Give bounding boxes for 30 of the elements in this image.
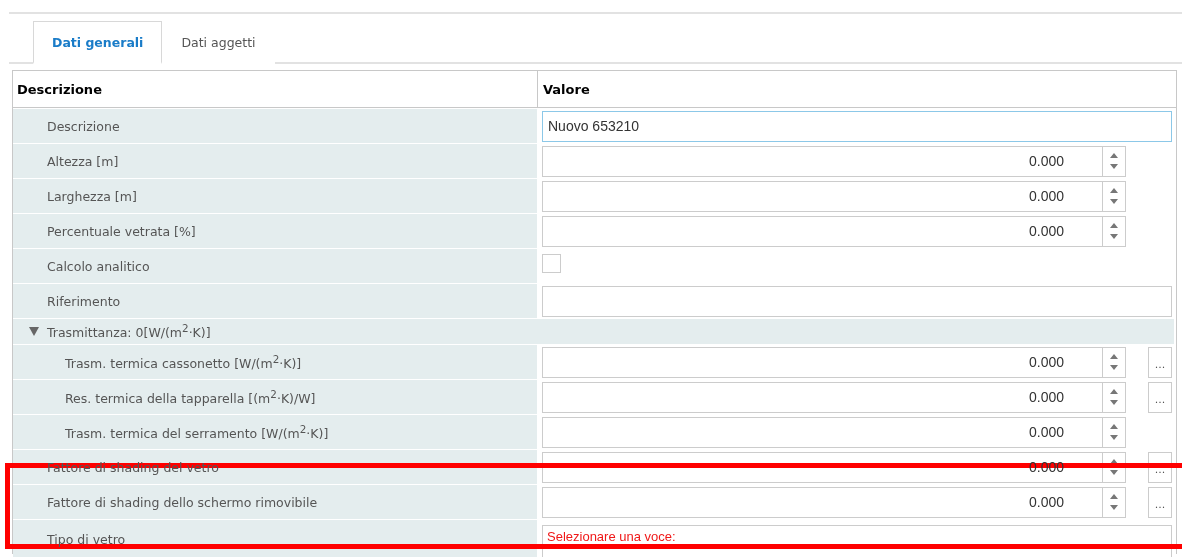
text-field[interactable]: Nuovo 653210 <box>542 110 1172 142</box>
property-label: Trasm. termica del serramento [W/(m$^{2}$·K)] <box>13 415 537 449</box>
spinner-arrows-icon <box>1109 423 1119 441</box>
group-label: Trasmittanza: 0[W/(m$^{2}$·K)] <box>47 322 211 341</box>
dropdown[interactable]: Selezionare una voce: <box>542 525 1172 557</box>
more-button[interactable]: ... <box>1148 381 1172 413</box>
property-label: Altezza [m] <box>13 144 537 178</box>
more-button[interactable]: ... <box>1148 486 1172 518</box>
spinner-arrows-icon <box>1109 388 1119 406</box>
property-label: Trasm. termica cassonetto [W/(m$^{2}$·K)] <box>13 345 537 379</box>
text-field[interactable] <box>542 285 1172 317</box>
property-label: Calcolo analitico <box>13 249 537 283</box>
tab[interactable]: Dati generali <box>33 21 163 64</box>
column-header: Descrizione <box>16 80 103 99</box>
checkbox[interactable] <box>542 253 561 273</box>
column-header: Valore <box>537 71 1176 107</box>
property-label: Descrizione <box>13 109 537 143</box>
more-button[interactable]: ... <box>1148 346 1172 378</box>
spinner-arrows-icon <box>1109 152 1119 170</box>
spinner-arrows-icon <box>1109 493 1119 511</box>
spinner-arrows-icon <box>1109 187 1119 205</box>
property-label: Fattore di shading dello schermo rimovibile <box>13 485 537 519</box>
spinner-arrows-icon <box>1109 222 1119 240</box>
spinner-arrows-icon <box>1109 353 1119 371</box>
property-label: Res. termica della tapparella [(m$^{2}$·K)/W] <box>13 380 537 414</box>
property-label: Riferimento <box>13 284 537 318</box>
property-label: Percentuale vetrata [%] <box>13 214 537 248</box>
property-label: Larghezza [m] <box>13 179 537 213</box>
group-row[interactable]: Trasmittanza: 0[W/(m$^{2}$·K)] <box>13 319 1174 344</box>
spinner-arrows-icon <box>1109 458 1119 476</box>
